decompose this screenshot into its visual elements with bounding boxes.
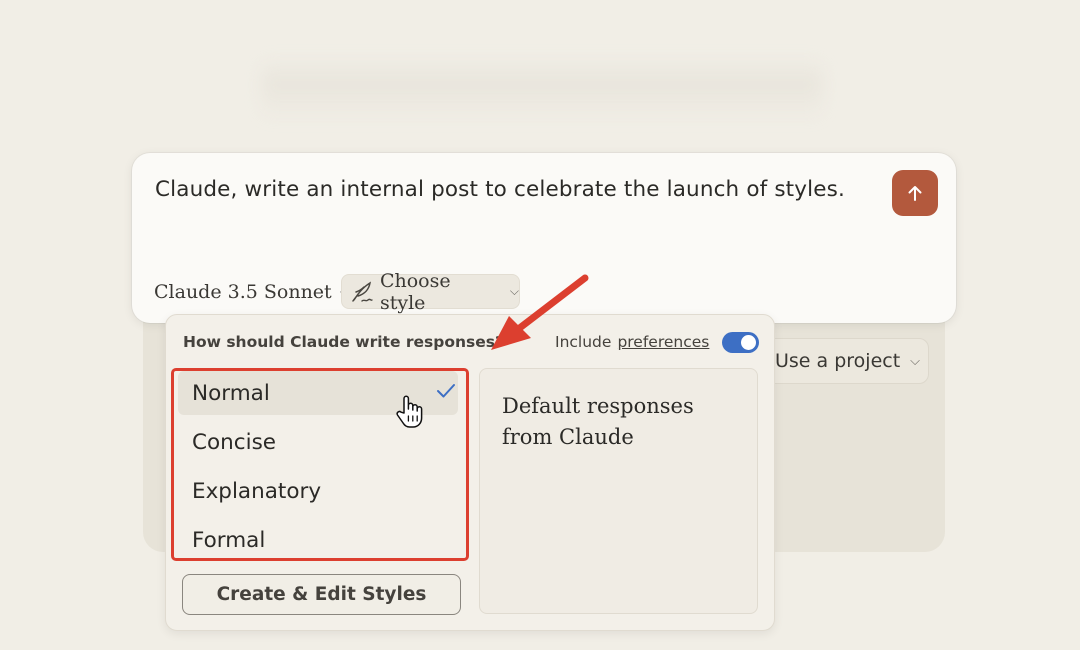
style-option-label: Normal bbox=[192, 380, 270, 406]
prompt-text[interactable]: Claude, write an internal post to celebr… bbox=[155, 177, 845, 202]
style-option-concise[interactable]: Concise bbox=[178, 420, 458, 464]
chevron-down-icon: ⌵ bbox=[910, 353, 921, 369]
style-dropdown: How should Claude write responses? Inclu… bbox=[165, 314, 775, 631]
toggle-knob bbox=[741, 335, 756, 350]
model-label: Claude 3.5 Sonnet bbox=[154, 281, 332, 303]
arrow-up-icon bbox=[908, 186, 922, 201]
style-option-explanatory[interactable]: Explanatory bbox=[178, 469, 458, 513]
style-description-panel: Default responses from Claude bbox=[479, 368, 758, 614]
annotation-arrow bbox=[491, 274, 589, 350]
use-project-button[interactable]: Use a project ⌵ bbox=[762, 338, 929, 384]
use-project-label: Use a project bbox=[775, 350, 901, 372]
pen-style-icon bbox=[352, 281, 373, 302]
preferences-toggle[interactable] bbox=[722, 332, 759, 353]
style-option-label: Explanatory bbox=[192, 478, 322, 504]
model-selector[interactable]: Claude 3.5 Sonnet ⌵ bbox=[154, 281, 349, 303]
checkmark-icon bbox=[437, 384, 455, 398]
style-option-formal[interactable]: Formal bbox=[178, 518, 458, 562]
style-option-normal[interactable]: Normal bbox=[178, 371, 458, 428]
style-description: Default responses from Claude bbox=[502, 394, 694, 449]
style-option-label: Concise bbox=[192, 429, 277, 455]
send-button[interactable] bbox=[892, 170, 938, 216]
style-option-label: Formal bbox=[192, 527, 266, 553]
style-question: How should Claude write responses? bbox=[183, 333, 504, 351]
blurred-header-text bbox=[262, 58, 822, 120]
style-label: Choose style bbox=[379, 269, 451, 314]
preferences-link[interactable]: preferences bbox=[617, 333, 709, 351]
create-edit-styles-button[interactable]: Create & Edit Styles bbox=[182, 574, 461, 615]
